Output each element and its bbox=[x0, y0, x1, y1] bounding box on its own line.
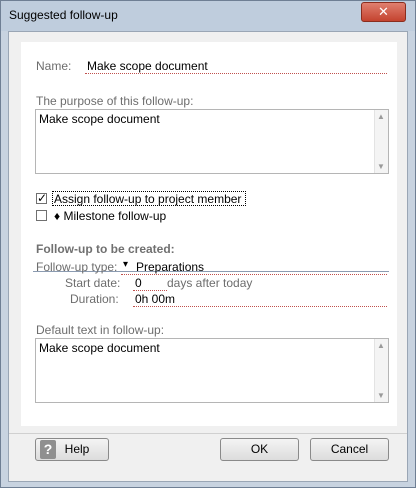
start-date-input[interactable]: 0 bbox=[135, 276, 142, 290]
close-icon: ✕ bbox=[378, 4, 389, 19]
default-text-scrollbar[interactable]: ▲ ▼ bbox=[374, 339, 388, 402]
default-text-value: Make scope document bbox=[39, 341, 160, 355]
name-field-underline bbox=[85, 73, 387, 74]
section-title: Follow-up to be created: bbox=[36, 242, 175, 256]
ok-button-label: OK bbox=[250, 442, 269, 456]
scroll-down-icon[interactable]: ▼ bbox=[377, 391, 385, 400]
start-date-suffix: days after today bbox=[167, 276, 253, 290]
purpose-text: Make scope document bbox=[39, 112, 160, 126]
title-bar[interactable]: Suggested follow-up ✕ bbox=[1, 1, 415, 31]
start-date-label: Start date: bbox=[65, 276, 121, 290]
type-dropdown-underline bbox=[121, 274, 387, 275]
default-text-label: Default text in follow-up: bbox=[36, 323, 165, 337]
start-date-underline bbox=[133, 290, 167, 291]
scroll-down-icon[interactable]: ▼ bbox=[377, 162, 385, 171]
duration-label: Duration: bbox=[70, 292, 119, 306]
name-label: Name: bbox=[36, 59, 72, 73]
type-label: Follow-up type: bbox=[36, 260, 118, 274]
purpose-scrollbar[interactable]: ▲ ▼ bbox=[374, 110, 388, 173]
type-dropdown[interactable]: Preparations bbox=[136, 260, 204, 274]
cancel-button[interactable]: Cancel bbox=[310, 438, 389, 461]
help-button[interactable]: ? Help bbox=[35, 438, 109, 461]
milestone-checkbox[interactable] bbox=[36, 210, 47, 221]
checkmark-icon: ✓ bbox=[37, 191, 48, 205]
name-field[interactable]: Make scope document bbox=[87, 59, 208, 73]
chevron-down-icon[interactable]: ▾ bbox=[123, 259, 128, 270]
duration-input[interactable]: 0h 00m bbox=[135, 292, 175, 306]
dialog-client: Name: Make scope document The purpose of… bbox=[8, 31, 408, 482]
purpose-textarea[interactable]: Make scope document ▲ ▼ bbox=[35, 109, 389, 174]
scroll-up-icon[interactable]: ▲ bbox=[377, 341, 385, 350]
dialog-window: Suggested follow-up ✕ Name: Make scope d… bbox=[0, 0, 416, 488]
ok-button[interactable]: OK bbox=[220, 438, 299, 461]
default-text-textarea[interactable]: Make scope document ▲ ▼ bbox=[35, 338, 389, 403]
help-icon: ? bbox=[40, 440, 56, 459]
form-panel: Name: Make scope document The purpose of… bbox=[21, 42, 397, 426]
purpose-label: The purpose of this follow-up: bbox=[36, 94, 194, 108]
scroll-up-icon[interactable]: ▲ bbox=[377, 112, 385, 121]
assign-checkbox[interactable]: ✓ bbox=[36, 191, 48, 205]
close-button[interactable]: ✕ bbox=[361, 2, 406, 22]
window-title: Suggested follow-up bbox=[9, 8, 118, 22]
help-button-label: Help bbox=[64, 442, 90, 456]
assign-checkbox-label[interactable]: Assign follow-up to project member bbox=[54, 192, 241, 206]
button-bar-divider bbox=[9, 433, 407, 434]
duration-underline bbox=[133, 306, 387, 307]
cancel-button-label: Cancel bbox=[330, 442, 369, 456]
milestone-checkbox-label[interactable]: ♦ Milestone follow-up bbox=[54, 209, 166, 223]
